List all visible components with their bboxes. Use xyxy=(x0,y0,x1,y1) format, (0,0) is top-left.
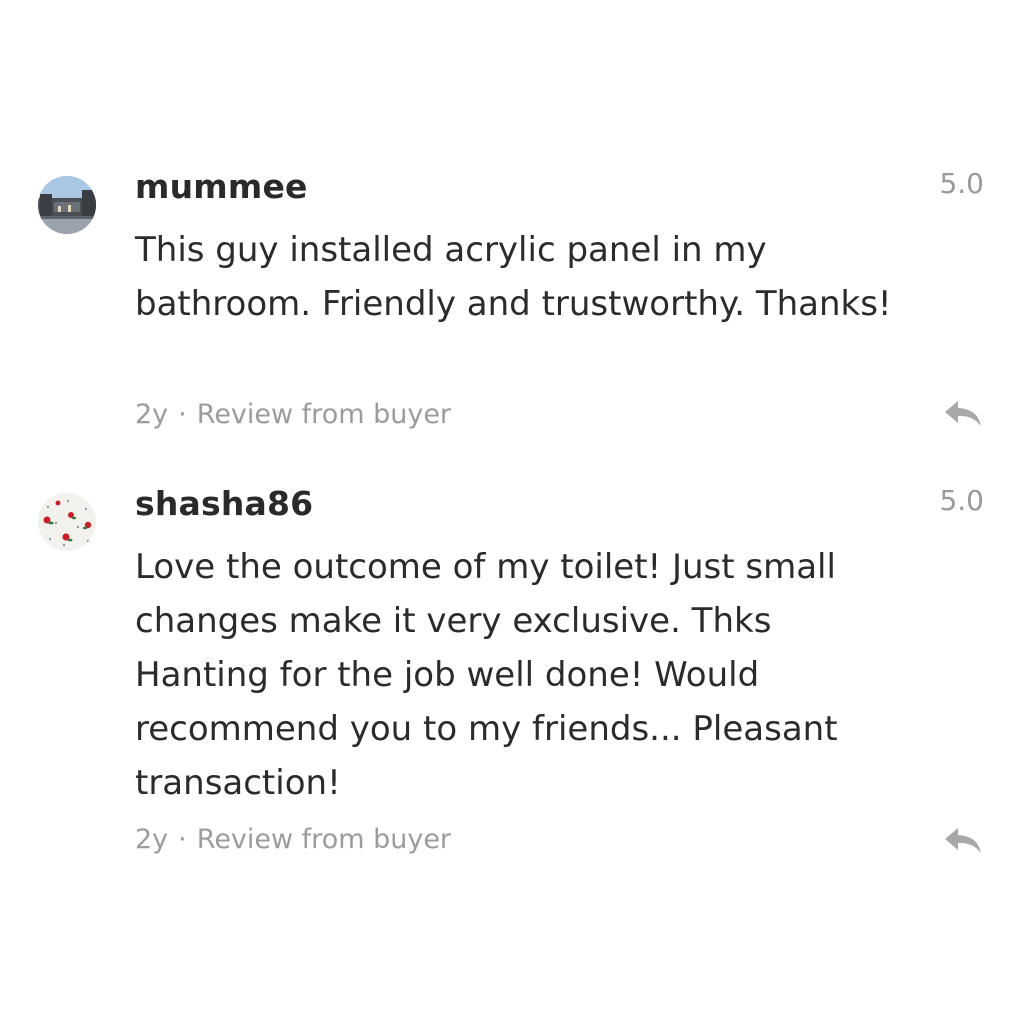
reply-arrow-icon[interactable] xyxy=(942,824,984,856)
username[interactable]: shasha86 xyxy=(135,482,313,526)
review-meta: 2y · Review from buyer xyxy=(135,822,451,858)
reply-arrow-icon[interactable] xyxy=(942,397,984,429)
street-photo-avatar-icon xyxy=(38,176,96,234)
rating-score: 5.0 xyxy=(939,484,984,517)
review-age: 2y xyxy=(135,399,169,430)
username[interactable]: mummee xyxy=(135,165,308,209)
rating-score: 5.0 xyxy=(939,167,984,200)
user-avatar[interactable] xyxy=(38,176,96,234)
meta-separator: · xyxy=(178,399,187,430)
review-text: Love the outcome of my toilet! Just smal… xyxy=(135,547,838,803)
review-meta: 2y · Review from buyer xyxy=(135,397,451,433)
user-avatar[interactable] xyxy=(38,493,96,551)
review-text: This guy installed acrylic panel in my b… xyxy=(135,230,892,324)
rose-pattern-avatar-icon xyxy=(38,493,96,551)
review-source: Review from buyer xyxy=(196,399,452,430)
review-age: 2y xyxy=(135,824,169,855)
meta-separator: · xyxy=(178,824,187,855)
review-source: Review from buyer xyxy=(196,824,452,855)
